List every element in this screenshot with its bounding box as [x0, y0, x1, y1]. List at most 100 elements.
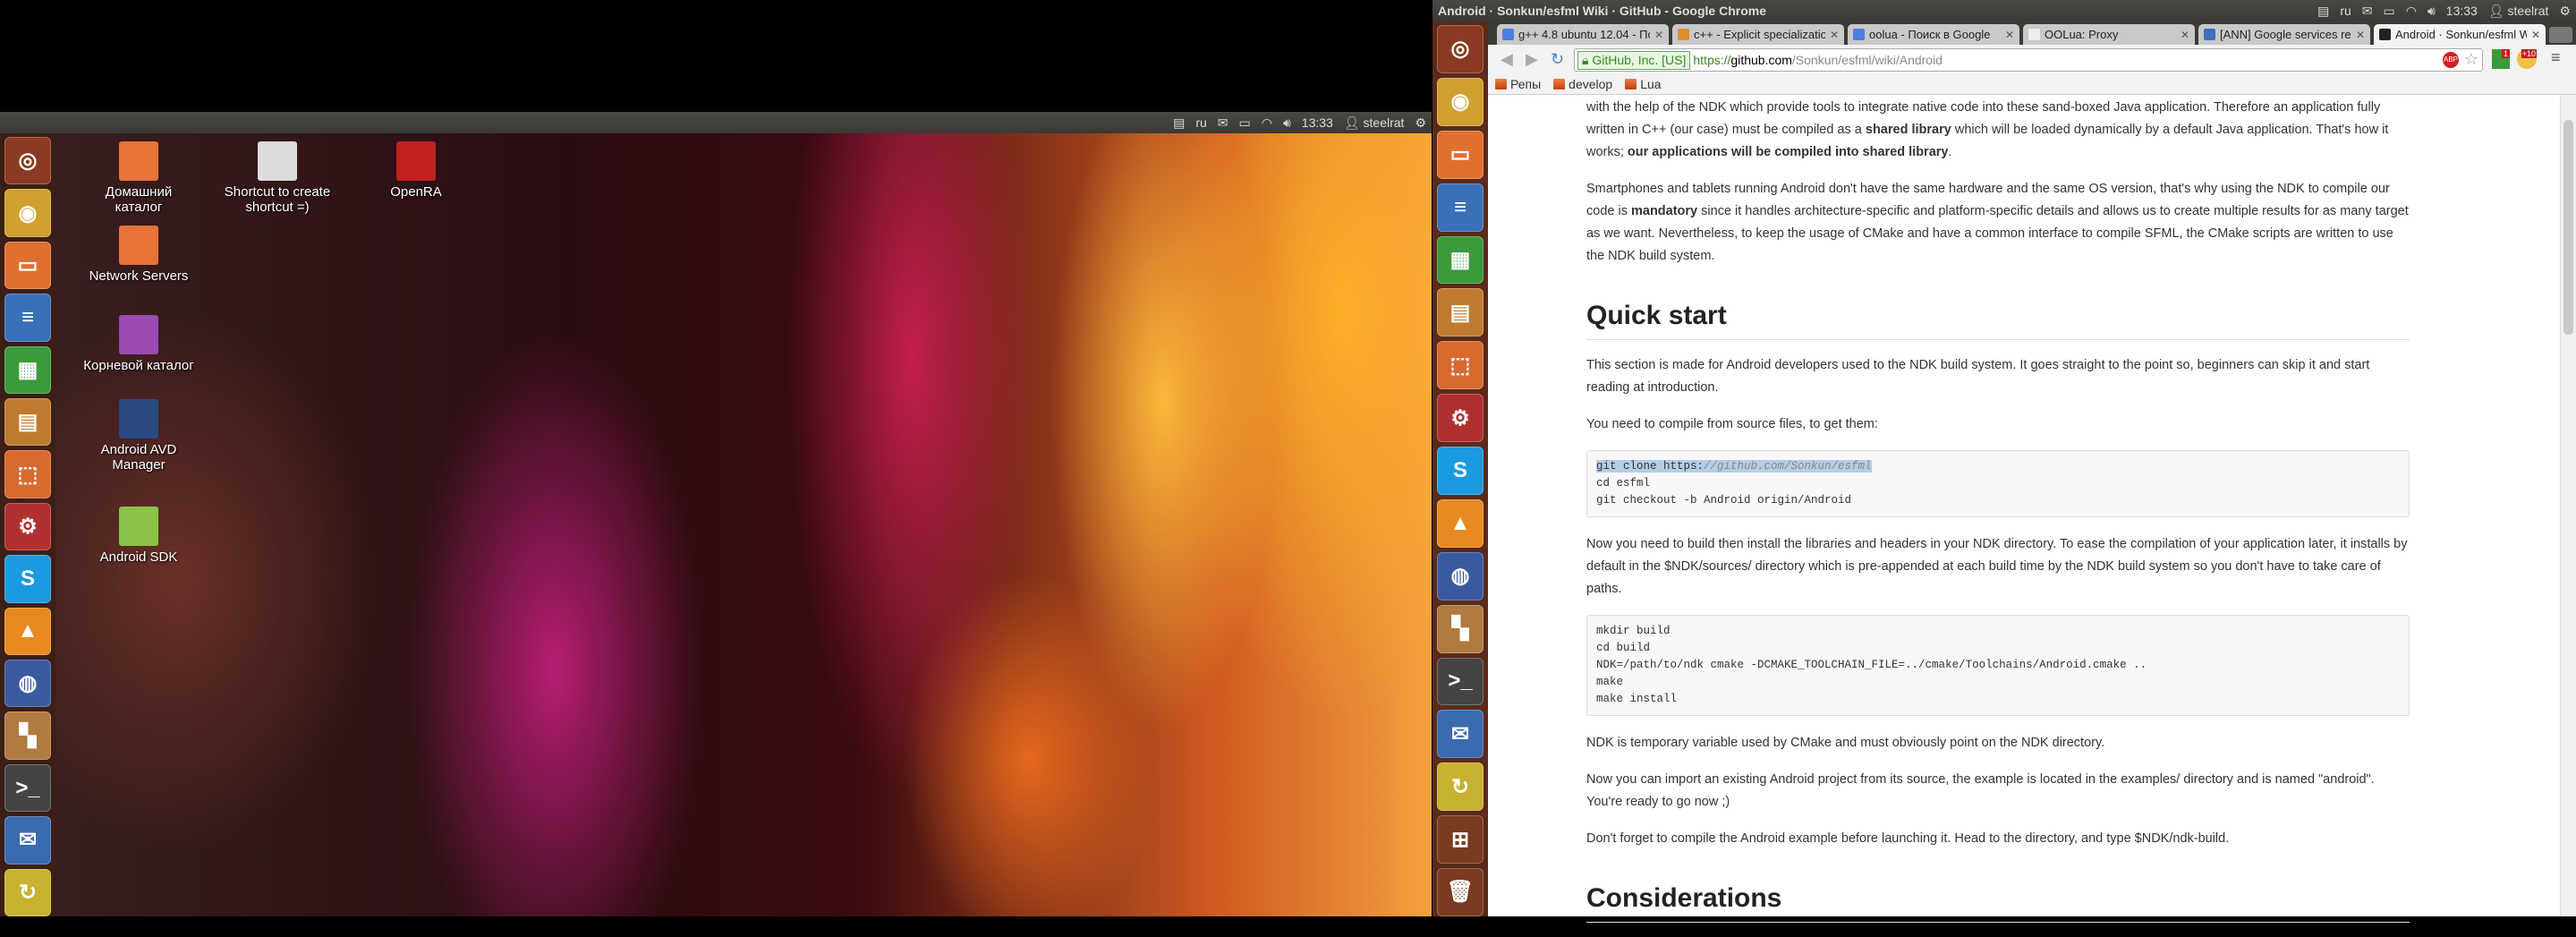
launcher-ubuntu-dash-icon[interactable]: ◎	[4, 137, 51, 185]
menu-icon[interactable]: ≡	[2551, 48, 2561, 67]
calc-glyph: ▦	[17, 357, 38, 382]
wifi-icon[interactable]: ◠	[2406, 4, 2417, 19]
launcher-vlc-icon[interactable]: ▲	[4, 607, 51, 656]
gear-icon[interactable]: ⚙	[2559, 4, 2571, 19]
desktop-icon-network-servers[interactable]: Network Servers	[81, 226, 197, 284]
new-tab-button[interactable]	[2549, 27, 2572, 43]
language-indicator[interactable]: ru	[2340, 4, 2351, 18]
extension-checker-icon[interactable]: 1	[2492, 49, 2510, 69]
battery-icon[interactable]: ▭	[2384, 4, 2395, 19]
launcher-files-icon[interactable]: ▭	[1437, 130, 1484, 179]
desktop-icon-android-sdk[interactable]: Android SDK	[81, 507, 197, 565]
desktop-icon-shortcut[interactable]: Shortcut to create shortcut =)	[219, 141, 336, 215]
desktop-icon-home-folder[interactable]: Домашний каталог	[81, 141, 197, 215]
clock[interactable]: 13:33	[2446, 4, 2478, 18]
launcher-calc-icon[interactable]: ▦	[1437, 235, 1484, 285]
desktop-icon-root-folder[interactable]: Корневой каталог	[81, 315, 197, 373]
launcher-skype-icon[interactable]: S	[4, 555, 51, 603]
code-block-build[interactable]: mkdir build cd build NDK=/path/to/ndk cm…	[1586, 615, 2410, 716]
folder-icon	[1625, 79, 1637, 89]
volume-icon[interactable]: 🔊︎	[1283, 115, 1291, 131]
tab-5[interactable]: Android · Sonkun/esfml W ✕	[2374, 24, 2546, 45]
mail-icon[interactable]: ✉	[2362, 4, 2373, 19]
launcher-software-center-icon[interactable]: ⬚	[1437, 341, 1484, 390]
tab-4[interactable]: [ANN] Google services rel ✕	[2198, 24, 2370, 45]
launcher-workspace-switcher-icon[interactable]: ⊞	[1437, 815, 1484, 864]
scrollbar[interactable]	[2560, 95, 2576, 916]
battery-icon[interactable]: ▭	[1239, 115, 1251, 131]
desktop-icon-openra[interactable]: OpenRA	[358, 141, 474, 200]
launcher-writer-icon[interactable]: ≡	[4, 294, 51, 342]
extension-weather-icon[interactable]: +10	[2517, 49, 2537, 69]
launcher-impress-icon[interactable]: ▤	[4, 398, 51, 447]
bookmark-star-icon[interactable]: ☆	[2464, 50, 2478, 69]
launcher-ubuntu-dash-icon[interactable]: ◎	[1437, 25, 1484, 73]
launcher-sphere-app-icon[interactable]: ◍	[4, 660, 51, 708]
favicon-icon	[1678, 29, 1689, 40]
tab-1[interactable]: c++ - Explicit specializatio ✕	[1672, 24, 1844, 45]
launcher-terminal-icon[interactable]: >_	[1437, 657, 1484, 706]
tab-close-icon[interactable]: ✕	[1654, 29, 1663, 41]
launcher-blocks-app-icon[interactable]: ▚	[1437, 604, 1484, 653]
launcher-thunderbird-icon[interactable]: ✉	[1437, 710, 1484, 759]
ev-certificate-badge[interactable]: 🔒︎ GitHub, Inc. [US]	[1577, 50, 1691, 70]
tab-3[interactable]: OOLua: Proxy ✕	[2023, 24, 2195, 45]
launcher-update-app-icon[interactable]: ↻	[1437, 762, 1484, 812]
thunderbird-glyph: ✉	[1450, 721, 1470, 746]
launcher-files-icon[interactable]: ▭	[4, 241, 51, 290]
launcher-sphere-app-icon[interactable]: ◍	[1437, 551, 1484, 601]
bookmarks-bar: Репы develop Lua	[1488, 74, 2576, 95]
shortcut-icon	[258, 141, 297, 181]
heading-quick-start: Quick start	[1586, 298, 2410, 340]
extra-app-glyph: ↻	[18, 880, 38, 905]
bookmark-folder[interactable]: develop	[1553, 77, 1612, 91]
launcher-extra-app-icon[interactable]: ↻	[4, 868, 51, 917]
launcher-thunderbird-icon[interactable]: ✉	[4, 816, 51, 865]
address-bar[interactable]: 🔒︎ GitHub, Inc. [US] https://github.com /…	[1574, 48, 2483, 72]
launcher-vlc-icon[interactable]: ▲	[1437, 498, 1484, 548]
code-block-clone[interactable]: git clone https://github.com/Sonkun/esfm…	[1586, 450, 2410, 517]
launcher-system-settings-icon[interactable]: ⚙	[1437, 394, 1484, 442]
desktop-icon-android-avd-manager[interactable]: Android AVD Manager	[81, 399, 197, 473]
launcher-calc-icon[interactable]: ▦	[4, 345, 51, 395]
keyboard-icon[interactable]: ▤	[1173, 115, 1185, 131]
software-center-glyph: ⬚	[17, 462, 38, 487]
tab-0[interactable]: g++ 4.8 ubuntu 12.04 - По ✕	[1497, 24, 1669, 45]
language-indicator[interactable]: ru	[1195, 115, 1206, 130]
launcher-impress-icon[interactable]: ▤	[1437, 288, 1484, 337]
gear-icon[interactable]: ⚙	[1415, 115, 1426, 131]
tab-close-icon[interactable]: ✕	[2531, 29, 2540, 41]
keyboard-icon[interactable]: ▤	[2317, 4, 2329, 19]
scrollbar-thumb[interactable]	[2563, 120, 2573, 335]
clock[interactable]: 13:33	[1302, 115, 1333, 130]
mail-icon[interactable]: ✉	[1218, 115, 1228, 131]
tab-close-icon[interactable]: ✕	[2005, 29, 2014, 41]
root-folder-icon	[119, 315, 158, 354]
launcher-writer-icon[interactable]: ≡	[1437, 183, 1484, 232]
bookmark-folder[interactable]: Репы	[1495, 77, 1541, 91]
launcher-skype-icon[interactable]: S	[1437, 447, 1484, 495]
adblock-icon[interactable]: ABP	[2443, 52, 2459, 68]
launcher-software-center-icon[interactable]: ⬚	[4, 450, 51, 498]
bookmark-folder[interactable]: Lua	[1625, 77, 1662, 91]
tab-2[interactable]: oolua - Поиск в Google ✕	[1848, 24, 2019, 45]
tab-close-icon[interactable]: ✕	[2356, 29, 2365, 41]
user-menu[interactable]: 👤︎ steelrat	[1344, 115, 1405, 131]
url-scheme: https://	[1693, 53, 1731, 67]
launcher-trash-icon[interactable]: 🗑	[1437, 868, 1484, 916]
forward-button[interactable]: ▶	[1526, 50, 1538, 69]
tab-close-icon[interactable]: ✕	[1830, 29, 1839, 41]
launcher-terminal-icon[interactable]: >_	[4, 763, 51, 813]
launcher-system-settings-icon[interactable]: ⚙	[4, 502, 51, 551]
launcher-blocks-app-icon[interactable]: ▚	[4, 711, 51, 760]
paragraph: Smartphones and tablets running Android …	[1586, 182, 2409, 263]
reload-button[interactable]: ↻	[1551, 50, 1564, 69]
launcher-chrome-icon[interactable]: ◉	[1437, 77, 1484, 126]
back-button[interactable]: ◀	[1501, 50, 1513, 69]
launcher-chrome-icon[interactable]: ◉	[4, 189, 51, 237]
home-folder-icon	[119, 141, 158, 181]
wifi-icon[interactable]: ◠	[1262, 115, 1272, 131]
volume-icon[interactable]: 🔊︎	[2427, 4, 2436, 19]
user-menu[interactable]: 👤︎ steelrat	[2488, 4, 2549, 19]
tab-close-icon[interactable]: ✕	[2181, 29, 2189, 41]
